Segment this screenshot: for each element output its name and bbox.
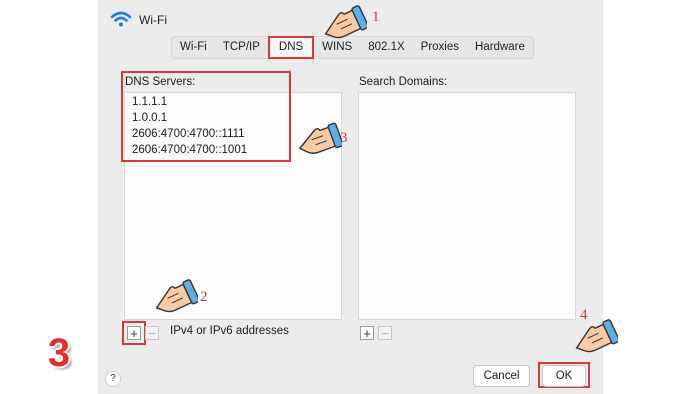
dns-server-item[interactable]: 1.0.0.1	[132, 112, 167, 124]
remove-search-domain-button[interactable]: −	[378, 326, 392, 340]
tab-hardware[interactable]: Hardware	[467, 37, 533, 58]
tab-dns[interactable]: DNS	[267, 36, 315, 59]
step-badge: 3	[47, 331, 71, 375]
search-domains-list-box[interactable]	[358, 92, 576, 320]
pointing-hand-icon	[155, 279, 198, 313]
pointing-hand-icon	[298, 122, 342, 154]
dns-server-item[interactable]: 2606:4700:4700::1111	[132, 128, 245, 140]
search-domains-label: Search Domains:	[359, 76, 448, 88]
dns-server-item[interactable]: 2606:4700:4700::1001	[132, 144, 247, 156]
dns-servers-label: DNS Servers:	[125, 76, 196, 88]
add-dns-button[interactable]: +	[127, 326, 141, 340]
wifi-icon	[110, 11, 132, 27]
tab-wifi[interactable]: Wi-Fi	[172, 37, 215, 58]
add-search-domain-button[interactable]: +	[360, 326, 374, 340]
tab-proxies[interactable]: Proxies	[413, 37, 467, 58]
tab-8021x[interactable]: 802.1X	[360, 37, 412, 58]
window-title: Wi-Fi	[139, 13, 167, 27]
cancel-button[interactable]: Cancel	[473, 365, 530, 387]
ok-button[interactable]: OK	[542, 365, 586, 387]
step-number-1: 1	[372, 9, 380, 25]
dns-hint-text: IPv4 or IPv6 addresses	[170, 325, 289, 337]
remove-dns-button[interactable]: −	[145, 326, 159, 340]
pointing-hand-icon	[324, 5, 367, 39]
pointing-hand-icon	[575, 319, 618, 353]
help-button[interactable]: ?	[105, 371, 121, 387]
tab-tcpip[interactable]: TCP/IP	[215, 37, 268, 58]
dns-server-item[interactable]: 1.1.1.1	[132, 96, 167, 108]
step-number-2: 2	[200, 289, 208, 305]
